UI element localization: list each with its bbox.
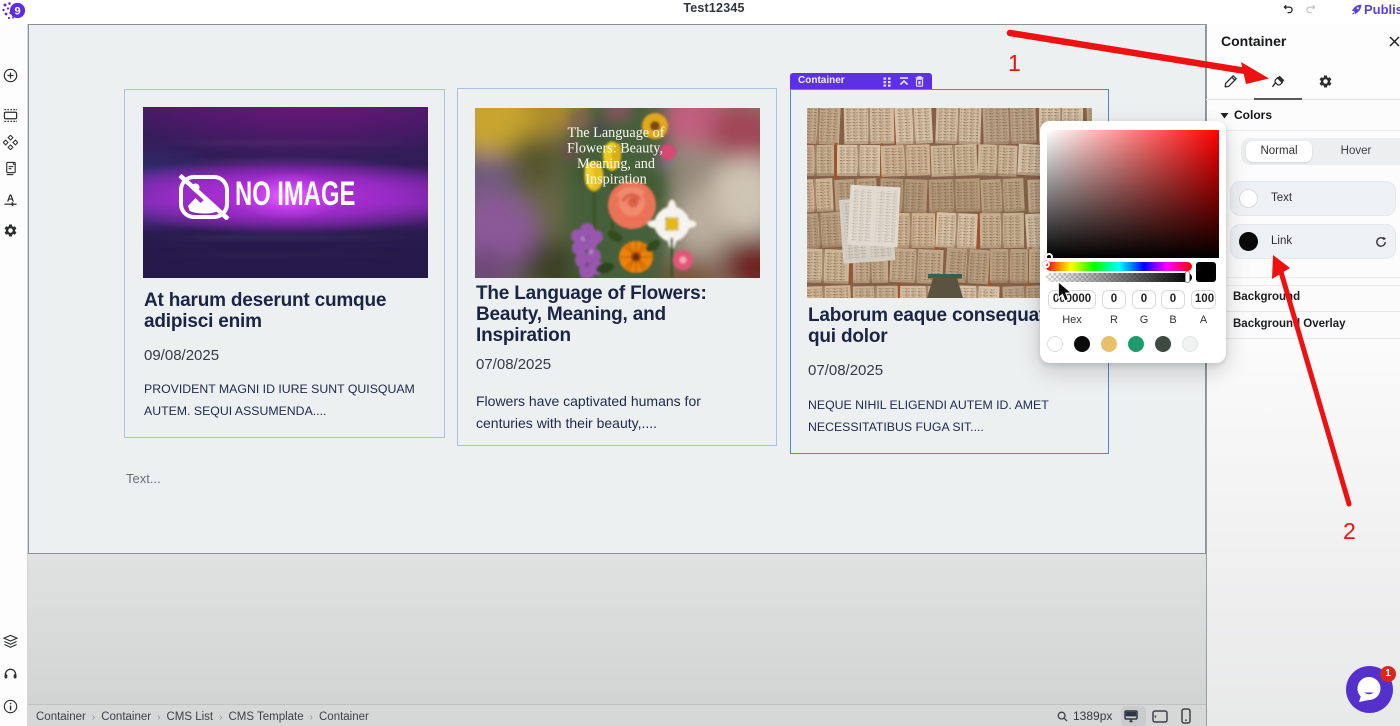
svg-text:Inspiration: Inspiration	[585, 172, 646, 188]
svg-text:The Language of: The Language of	[568, 125, 665, 141]
svg-text:Meaning, and: Meaning, and	[577, 156, 655, 172]
svg-text:Flowers: Beauty,: Flowers: Beauty,	[567, 141, 663, 157]
svg-text:A: A	[7, 193, 15, 204]
svg-text:9: 9	[14, 6, 20, 18]
